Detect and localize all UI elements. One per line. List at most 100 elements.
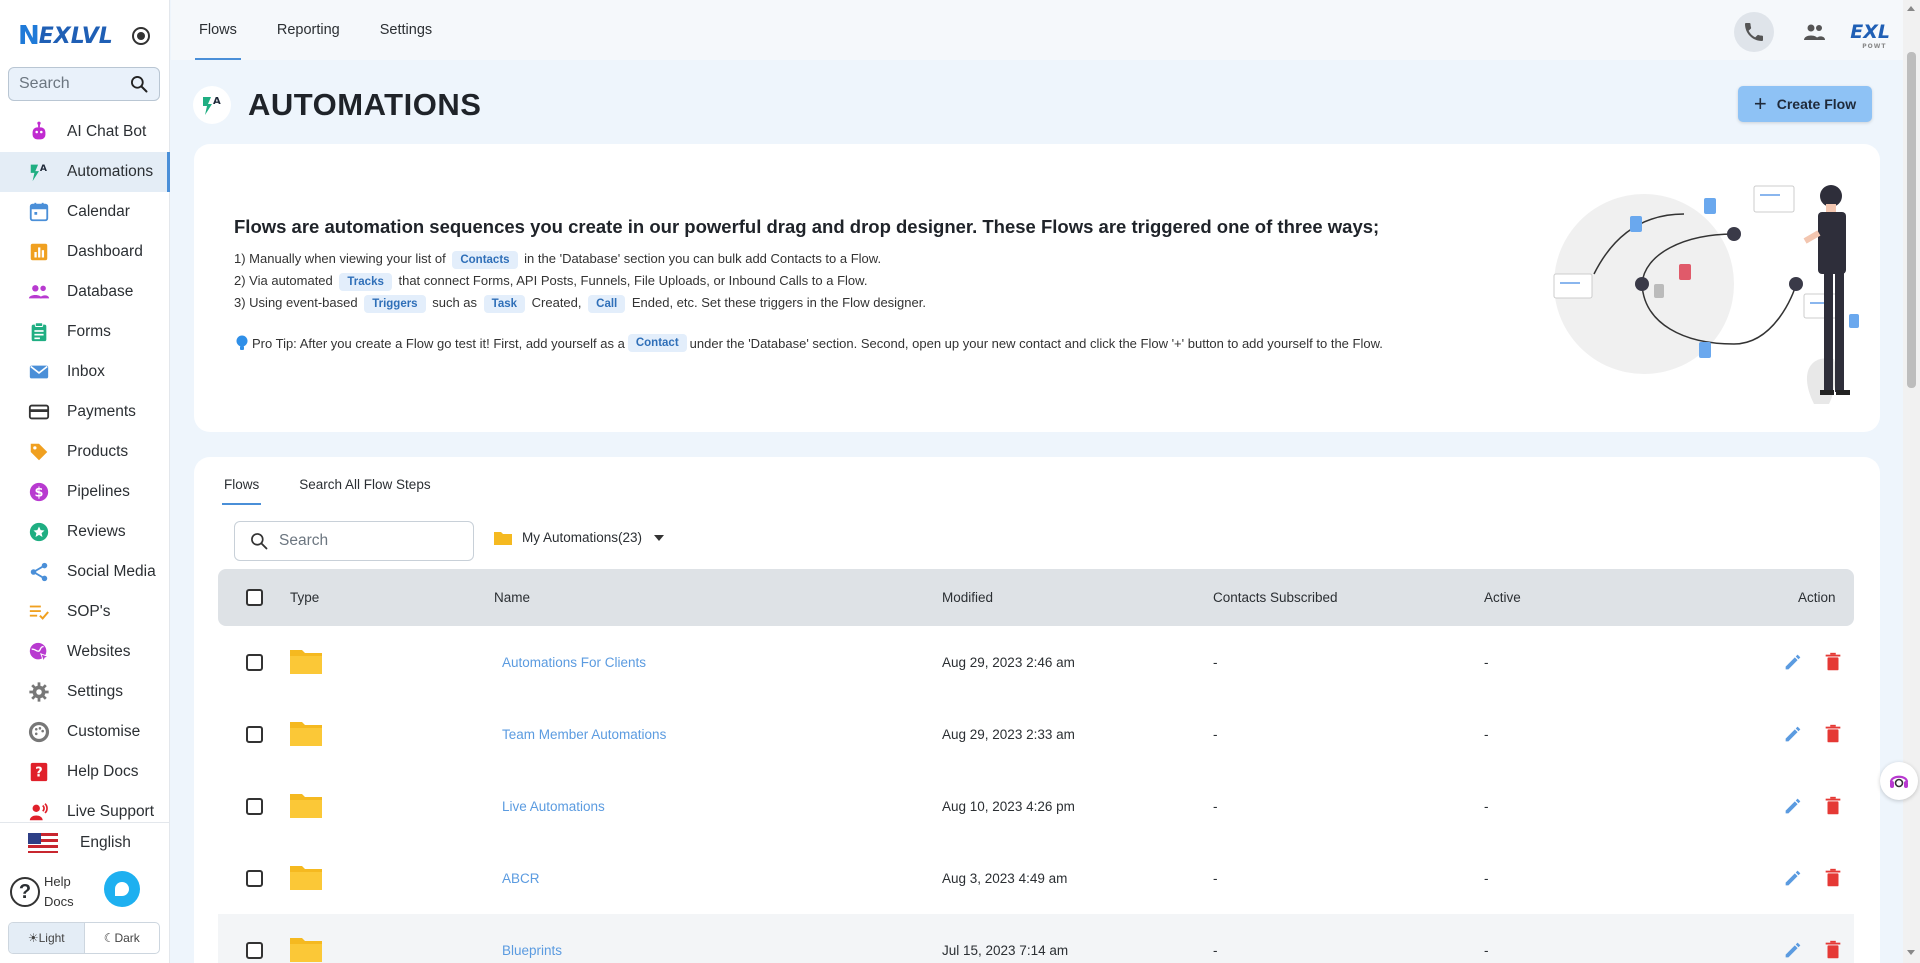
help-docs-widget[interactable]: ? Help Docs <box>10 872 74 912</box>
contacts-subscribed: - <box>1213 870 1218 886</box>
table-row[interactable]: Team Member Automations Aug 29, 2023 2:3… <box>218 698 1854 770</box>
automations-page-icon: A <box>193 86 231 124</box>
tag-icon <box>28 441 50 463</box>
chat-bubble-icon[interactable] <box>104 871 140 907</box>
active-value: - <box>1484 798 1489 814</box>
intro-heading: Flows are automation sequences you creat… <box>234 216 1380 237</box>
support-headset-button[interactable] <box>1880 762 1918 800</box>
row-checkbox[interactable] <box>246 941 263 959</box>
tab-settings[interactable]: Settings <box>380 0 432 60</box>
tab-flows[interactable]: Flows <box>195 0 241 60</box>
flow-name-link[interactable]: ABCR <box>502 871 540 886</box>
table-row[interactable]: ABCR Aug 3, 2023 4:49 am - - <box>218 842 1854 914</box>
scroll-up-arrow-icon[interactable] <box>1907 6 1915 11</box>
delete-trash-icon[interactable] <box>1822 723 1844 745</box>
top-tabs: Flows Reporting Settings <box>195 0 472 60</box>
select-all-checkbox[interactable] <box>246 589 263 606</box>
theme-light-button[interactable]: ☀ Light <box>9 923 85 953</box>
sidebar-item-social-media[interactable]: Social Media <box>0 552 170 592</box>
delete-trash-icon[interactable] <box>1822 795 1844 817</box>
credit-card-icon <box>28 401 50 423</box>
phone-button[interactable] <box>1734 12 1775 52</box>
theme-toggle: ☀ Light ☾ Dark <box>8 922 160 954</box>
language-selector[interactable]: English <box>0 822 170 862</box>
row-checkbox[interactable] <box>246 797 263 815</box>
row-checkbox[interactable] <box>246 653 263 671</box>
logo[interactable]: N EXLVL <box>18 21 113 51</box>
table-row[interactable]: Blueprints Jul 15, 2023 7:14 am - - <box>218 914 1854 963</box>
flow-name-link[interactable]: Team Member Automations <box>502 727 666 742</box>
sidebar-item-reviews[interactable]: Reviews <box>0 512 170 552</box>
flow-name-link[interactable]: Live Automations <box>502 799 605 814</box>
row-actions <box>1782 723 1862 745</box>
flow-name-link[interactable]: Blueprints <box>502 943 562 958</box>
edit-pencil-icon[interactable] <box>1782 795 1804 817</box>
tab-reporting[interactable]: Reporting <box>277 0 340 60</box>
edit-pencil-icon[interactable] <box>1782 651 1804 673</box>
lightbulb-icon <box>236 335 248 350</box>
sidebar-item-payments[interactable]: Payments <box>0 392 170 432</box>
account-brand-logo[interactable]: EXL POWT <box>1850 21 1890 50</box>
record-toggle-icon[interactable] <box>132 27 150 45</box>
sidebar-item-dashboard[interactable]: Dashboard <box>0 232 170 272</box>
intro-lines: 1) Manually when viewing your list of Co… <box>234 248 926 314</box>
team-button[interactable] <box>1798 12 1830 52</box>
tab-search-all-flow-steps[interactable]: Search All Flow Steps <box>299 457 430 505</box>
delete-trash-icon[interactable] <box>1822 651 1844 673</box>
brand-mini-subtext: POWT <box>1862 43 1887 50</box>
sidebar-item-products[interactable]: Products <box>0 432 170 472</box>
sidebar-item-ai-chat-bot[interactable]: AI Chat Bot <box>0 112 170 152</box>
sidebar-item-automations[interactable]: A Automations <box>0 152 170 192</box>
page-scrollbar[interactable] <box>1903 0 1920 963</box>
edit-pencil-icon[interactable] <box>1782 939 1804 961</box>
sidebar-item-label: Calendar <box>67 203 130 220</box>
tab-flows-list[interactable]: Flows <box>221 457 262 505</box>
sun-icon: ☀ <box>27 931 39 945</box>
folder-icon <box>494 531 512 545</box>
sidebar-search[interactable]: Search <box>8 67 160 101</box>
robot-icon <box>28 121 50 143</box>
create-flow-button[interactable]: + Create Flow <box>1738 86 1872 122</box>
us-flag-icon <box>28 832 58 853</box>
create-flow-label: Create Flow <box>1776 96 1857 112</box>
sidebar-item-label: Websites <box>67 643 131 660</box>
delete-trash-icon[interactable] <box>1822 867 1844 889</box>
scroll-down-arrow-icon[interactable] <box>1907 950 1915 955</box>
folder-icon <box>290 648 322 677</box>
flow-name-link[interactable]: Automations For Clients <box>502 655 646 670</box>
delete-trash-icon[interactable] <box>1822 939 1844 961</box>
sidebar-item-forms[interactable]: Forms <box>0 312 170 352</box>
table-row[interactable]: Automations For Clients Aug 29, 2023 2:4… <box>218 626 1854 698</box>
theme-dark-button[interactable]: ☾ Dark <box>85 923 160 953</box>
sidebar-item-label: Pipelines <box>67 483 130 500</box>
sidebar-item-label: Inbox <box>67 363 105 380</box>
sidebar-item-websites[interactable]: Websites <box>0 632 170 672</box>
edit-pencil-icon[interactable] <box>1782 723 1804 745</box>
triggers-chip: Triggers <box>364 295 426 313</box>
flows-search-input[interactable]: Search <box>234 521 474 561</box>
folder-dropdown[interactable]: My Automations(23) <box>494 530 665 545</box>
sidebar-item-sops[interactable]: SOP's <box>0 592 170 632</box>
plus-icon: + <box>1753 91 1767 116</box>
edit-pencil-icon[interactable] <box>1782 867 1804 889</box>
sidebar-item-settings[interactable]: Settings <box>0 672 170 712</box>
contacts-subscribed: - <box>1213 654 1218 670</box>
sidebar-item-help-docs[interactable]: ? Help Docs <box>0 752 170 792</box>
scrollbar-thumb[interactable] <box>1907 52 1916 388</box>
sidebar-item-pipelines[interactable]: $ Pipelines <box>0 472 170 512</box>
row-checkbox[interactable] <box>246 869 263 887</box>
theme-dark-label: Dark <box>114 931 140 945</box>
sidebar-item-label: Forms <box>67 323 111 340</box>
sidebar-item-database[interactable]: Database <box>0 272 170 312</box>
dollar-circle-icon: $ <box>28 481 50 503</box>
table-row[interactable]: Live Automations Aug 10, 2023 4:26 pm - … <box>218 770 1854 842</box>
flows-search-placeholder: Search <box>279 532 329 549</box>
row-checkbox[interactable] <box>246 725 263 743</box>
modified-date: Aug 29, 2023 2:46 am <box>942 654 1075 670</box>
intro-text: Ended, etc. Set these triggers in the Fl… <box>631 295 926 310</box>
flows-card: Flows Search All Flow Steps Search My Au… <box>194 457 1880 963</box>
sidebar-item-inbox[interactable]: Inbox <box>0 352 170 392</box>
intro-line-3: 3) Using event-based Triggers such as Ta… <box>234 292 926 314</box>
sidebar-item-customise[interactable]: Customise <box>0 712 170 752</box>
sidebar-item-calendar[interactable]: Calendar <box>0 192 170 232</box>
